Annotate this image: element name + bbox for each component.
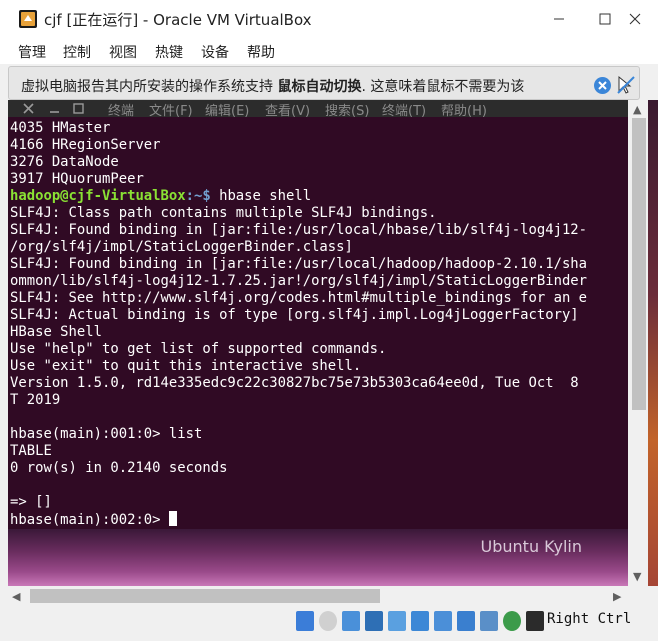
desktop-os-label: Ubuntu Kylin — [480, 537, 582, 556]
prompt-path: :~$ — [185, 188, 211, 204]
guest-desktop-wallpaper: Ubuntu Kylin — [8, 529, 628, 586]
virtualbox-app-icon — [19, 10, 37, 28]
terminal-line: TABLE — [10, 443, 52, 459]
notification-text-after: . 这意味着鼠标不需要为该 — [361, 79, 525, 95]
terminal-close-icon[interactable] — [22, 102, 35, 115]
prompt-user: hadoop@cjf-VirtualBox — [10, 188, 186, 204]
maximize-icon — [599, 13, 611, 25]
terminal-maximize-icon[interactable] — [72, 102, 85, 115]
menu-control[interactable]: 控制 — [63, 42, 91, 62]
prompt-command: hbase shell — [210, 188, 312, 204]
hbase-prompt: hbase(main):002:0> — [10, 512, 169, 528]
scroll-down-arrow-icon[interactable]: ▼ — [633, 570, 641, 583]
terminal-line: 3917 HQuorumPeer — [10, 171, 144, 187]
vertical-scrollbar-thumb[interactable] — [632, 118, 646, 410]
scroll-left-arrow-icon[interactable]: ◀ — [12, 590, 20, 603]
terminal-line: SLF4J: Class path contains multiple SLF4… — [10, 205, 437, 221]
terminal-titlebar: 终端 文件(F) 编辑(E) 查看(V) 搜索(S) 终端(T) 帮助(H) — [8, 100, 628, 119]
text-cursor — [168, 511, 177, 526]
video-capture-icon[interactable] — [457, 611, 475, 631]
terminal-line: => [] — [10, 494, 52, 510]
minimize-icon — [554, 18, 564, 20]
mouse-integration-icon[interactable] — [503, 611, 521, 631]
terminal-line: SLF4J: Found binding in [jar:file:/usr/l… — [10, 256, 588, 272]
notification-close-button[interactable] — [594, 77, 611, 94]
close-button[interactable] — [612, 0, 658, 38]
hbase-prompt-line[interactable]: hbase(main):002:0> — [10, 511, 177, 528]
window-title: cjf [正在运行] - Oracle VM VirtualBox — [44, 11, 312, 29]
terminal-minimize-icon[interactable] — [48, 102, 61, 115]
shared-folder-icon[interactable] — [411, 611, 429, 631]
terminal-line: /org/slf4j/impl/StaticLoggerBinder.class… — [10, 239, 353, 255]
close-icon — [629, 13, 641, 25]
terminal-line: ommon/lib/slf4j-log4j12-1.7.25.jar!/org/… — [10, 273, 588, 289]
minimize-button[interactable] — [536, 0, 582, 38]
terminal-line: SLF4J: Actual binding is of type [org.sl… — [10, 307, 579, 323]
terminal-line: 4166 HRegionServer — [10, 137, 161, 153]
terminal-line: Use "exit" to quit this interactive shel… — [10, 358, 362, 374]
mouse-integration-notification: 虚拟电脑报告其内所安装的操作系统支持 鼠标自动切换. 这意味着鼠标不需要为该 — [8, 66, 640, 100]
menubar: 管理 控制 视图 热键 设备 帮助 — [0, 38, 658, 64]
cpu-icon[interactable] — [480, 611, 498, 631]
notification-text-before: 虚拟电脑报告其内所安装的操作系统支持 — [21, 79, 273, 95]
menu-help[interactable]: 帮助 — [247, 42, 275, 62]
terminal-line: 0 row(s) in 0.2140 seconds — [10, 460, 228, 476]
guest-display[interactable]: 终端 文件(F) 编辑(E) 查看(V) 搜索(S) 终端(T) 帮助(H) 4… — [8, 100, 628, 586]
terminal-line: HBase Shell — [10, 324, 102, 340]
close-icon — [598, 81, 607, 90]
terminal-line: SLF4J: Found binding in [jar:file:/usr/l… — [10, 222, 588, 238]
optical-drive-icon[interactable] — [319, 611, 337, 631]
horizontal-scrollbar-thumb[interactable] — [30, 589, 380, 603]
display-icon[interactable] — [434, 611, 452, 631]
menu-hotkey[interactable]: 热键 — [155, 42, 183, 62]
terminal-line: SLF4J: See http://www.slf4j.org/codes.ht… — [10, 290, 588, 306]
terminal-output[interactable]: 4035 HMaster 4166 HRegionServer 3276 Dat… — [8, 117, 628, 529]
scroll-right-arrow-icon[interactable]: ▶ — [613, 590, 621, 603]
terminal-line: Use "help" to get list of supported comm… — [10, 341, 387, 357]
notification-text-bold: 鼠标自动切换 — [277, 79, 362, 95]
usb-icon[interactable] — [388, 611, 406, 631]
terminal-line: T 2019 — [10, 392, 61, 408]
terminal-line: 4035 HMaster — [10, 120, 111, 136]
shell-prompt-line: hadoop@cjf-VirtualBox:~$ hbase shell — [10, 188, 311, 205]
terminal-line: hbase(main):001:0> list — [10, 426, 203, 442]
keyboard-icon[interactable] — [526, 611, 544, 631]
audio-icon[interactable] — [342, 611, 360, 631]
window-titlebar: cjf [正在运行] - Oracle VM VirtualBox — [0, 0, 658, 38]
mouse-integration-icon[interactable] — [616, 75, 636, 95]
network-icon[interactable] — [365, 611, 383, 631]
terminal-line: Version 1.5.0, rd14e335edc9c22c30827bc75… — [10, 375, 579, 391]
scroll-up-arrow-icon[interactable]: ▲ — [633, 103, 641, 116]
hard-disk-icon[interactable] — [296, 611, 314, 631]
host-key-label: Right Ctrl — [547, 611, 632, 627]
menu-devices[interactable]: 设备 — [201, 42, 229, 62]
menu-view[interactable]: 视图 — [109, 42, 137, 62]
notification-text: 虚拟电脑报告其内所安装的操作系统支持 鼠标自动切换. 这意味着鼠标不需要为该 — [21, 76, 524, 96]
terminal-line: 3276 DataNode — [10, 154, 119, 170]
menu-manage[interactable]: 管理 — [18, 42, 46, 62]
